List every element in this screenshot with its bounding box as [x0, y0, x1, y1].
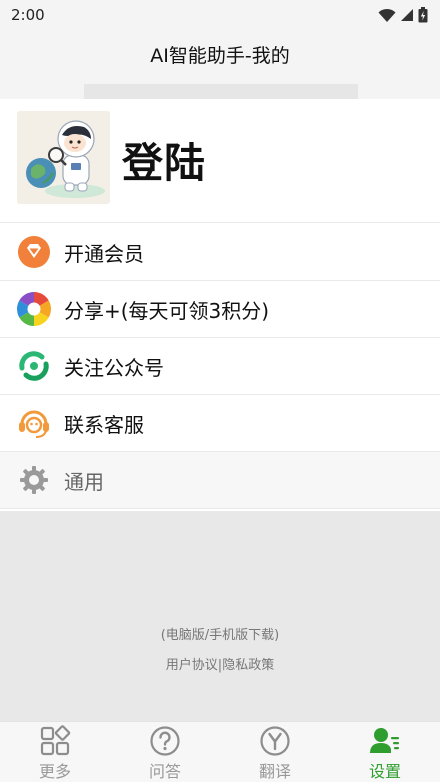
gear-icon — [16, 462, 52, 498]
download-link[interactable]: (电脑版/手机版下载) — [0, 624, 440, 643]
settings-menu: 开通会员 分享+(每天可领3积分) 关注公众号 联系客服 通用 — [0, 224, 440, 509]
download-link-text[interactable]: (电脑版/手机版下载) — [161, 628, 280, 643]
menu-item-general[interactable]: 通用 — [0, 452, 440, 509]
menu-item-label: 关注公众号 — [64, 355, 164, 380]
nav-tab-translate[interactable]: 翻译 — [220, 722, 330, 782]
menu-item-customer-service[interactable]: 联系客服 — [0, 395, 440, 452]
nav-tab-settings[interactable]: 设置 — [330, 722, 440, 782]
status-time: 2:00 — [11, 6, 45, 24]
share-aperture-icon — [16, 291, 52, 327]
menu-item-label: 分享+(每天可领3积分) — [64, 298, 270, 323]
user-agreement-link[interactable]: 用户协议 — [166, 654, 218, 673]
menu-item-follow[interactable]: 关注公众号 — [0, 338, 440, 395]
menu-item-label: 通用 — [64, 469, 104, 494]
battery-icon — [418, 7, 428, 23]
translate-icon — [260, 726, 290, 756]
status-bar: 2:00 — [0, 0, 440, 30]
follow-account-icon — [16, 348, 52, 384]
privacy-policy-link[interactable]: 隐私政策 — [222, 654, 274, 673]
nav-tab-label: 更多 — [38, 762, 71, 781]
content-background — [0, 511, 440, 721]
menu-item-label: 开通会员 — [64, 241, 144, 266]
customer-service-icon — [16, 405, 52, 441]
nav-tab-label: 翻译 — [258, 762, 291, 781]
profile-settings-icon — [370, 728, 399, 753]
nav-tab-qa[interactable]: 问答 — [110, 722, 220, 782]
grid-icon — [40, 725, 71, 756]
vip-diamond-icon — [16, 234, 52, 270]
legal-links: 用户协议|隐私政策 — [0, 654, 440, 673]
wifi-icon — [378, 8, 396, 22]
question-icon — [150, 726, 180, 756]
header-divider-mark — [84, 84, 358, 99]
menu-item-share[interactable]: 分享+(每天可领3积分) — [0, 281, 440, 338]
bottom-nav: 更多 问答 翻译 设置 — [0, 721, 440, 782]
status-icons — [378, 6, 428, 24]
profile-card[interactable]: 登陆 — [0, 99, 440, 223]
app-header: AI智能助手-我的 — [0, 30, 440, 84]
nav-tab-more[interactable]: 更多 — [0, 722, 110, 782]
menu-item-label: 联系客服 — [64, 412, 144, 437]
login-button[interactable]: 登陆 — [122, 129, 206, 189]
header-divider — [0, 84, 440, 99]
signal-icon — [401, 9, 413, 21]
avatar[interactable] — [17, 111, 110, 204]
astronaut-avatar-icon — [17, 111, 110, 204]
page-title: AI智能助手-我的 — [150, 45, 290, 67]
nav-tab-label: 设置 — [368, 762, 401, 781]
nav-tab-label: 问答 — [148, 762, 181, 781]
menu-item-vip[interactable]: 开通会员 — [0, 224, 440, 281]
